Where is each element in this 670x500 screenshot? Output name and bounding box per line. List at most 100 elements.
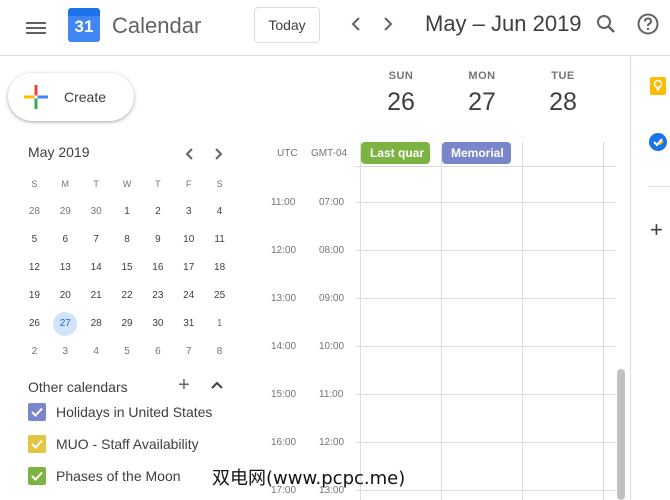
day-header-mon: MON 27	[442, 70, 522, 117]
app-title: Calendar	[112, 13, 202, 38]
mini-day[interactable]: 12	[19, 256, 50, 280]
hamburger-menu-icon[interactable]	[22, 14, 50, 42]
calendar-item-muo-staff[interactable]: MUO - Staff Availability	[28, 434, 228, 454]
mini-day[interactable]: 30	[142, 312, 173, 336]
day-number[interactable]: 28	[523, 88, 603, 117]
checkbox-checked-icon[interactable]	[28, 435, 46, 453]
checkbox-checked-icon[interactable]	[28, 403, 46, 421]
timezone-primary: UTC	[277, 148, 298, 159]
chevron-up-icon[interactable]	[208, 376, 226, 394]
hour-line	[355, 250, 615, 251]
mini-day[interactable]: 14	[81, 256, 112, 280]
hour-line	[355, 346, 615, 347]
search-icon[interactable]	[594, 12, 618, 36]
mini-day[interactable]: 24	[173, 284, 204, 308]
mini-day[interactable]: 7	[81, 228, 112, 252]
mini-day-today[interactable]: 27	[53, 312, 78, 336]
mini-day[interactable]: 16	[142, 256, 173, 280]
calendar-item-moon-phases[interactable]: Phases of the Moon	[28, 466, 228, 486]
time-label-local: 11:00	[319, 389, 344, 400]
mini-day[interactable]: 20	[50, 284, 81, 308]
add-addon-icon[interactable]: +	[650, 219, 663, 241]
top-bar: 31 Calendar Today May – Jun 2019	[0, 0, 670, 56]
mini-day[interactable]: 11	[204, 228, 235, 252]
create-label: Create	[64, 89, 107, 105]
mini-day[interactable]: 28	[81, 312, 112, 336]
calendar-item-label: Phases of the Moon	[56, 468, 181, 484]
calendar-item-label: MUO - Staff Availability	[56, 436, 199, 452]
mini-day[interactable]: 5	[112, 340, 143, 364]
mini-day[interactable]: 17	[173, 256, 204, 280]
weekday-label: T	[155, 179, 161, 189]
mini-day[interactable]: 8	[204, 340, 235, 364]
mini-day[interactable]: 5	[19, 228, 50, 252]
mini-day[interactable]: 2	[142, 200, 173, 224]
mini-week-row: 19 20 21 22 23 24 25	[19, 282, 235, 310]
mini-day[interactable]: 15	[112, 256, 143, 280]
mini-day[interactable]: 10	[173, 228, 204, 252]
day-number[interactable]: 27	[442, 88, 522, 117]
mini-calendar-title: May 2019	[28, 144, 90, 160]
create-button[interactable]: Create	[8, 73, 134, 121]
tasks-check-icon[interactable]	[648, 132, 668, 152]
mini-week-row: 5 6 7 8 9 10 11	[19, 226, 235, 254]
hour-line	[355, 202, 615, 203]
mini-day[interactable]: 6	[50, 228, 81, 252]
mini-prev-month-icon[interactable]	[179, 144, 199, 164]
mini-day[interactable]: 4	[204, 200, 235, 224]
all-day-event-last-quarter[interactable]: Last quar	[361, 142, 430, 164]
chevron-left-icon[interactable]	[344, 12, 368, 36]
time-label-local: 07:00	[319, 197, 345, 208]
keep-bulb-icon[interactable]	[648, 76, 668, 96]
mini-day[interactable]: 25	[204, 284, 235, 308]
mini-week-row: 28 29 30 1 2 3 4	[19, 198, 235, 226]
mini-day[interactable]: 28	[19, 200, 50, 224]
time-label-utc: 11:00	[271, 197, 296, 208]
mini-day[interactable]: 2	[19, 340, 50, 364]
mini-day[interactable]: 3	[173, 200, 204, 224]
mini-weekday-row: S M T W T F S	[19, 170, 235, 198]
mini-day[interactable]: 29	[112, 312, 143, 336]
calendar-item-holidays[interactable]: Holidays in United States	[28, 402, 228, 422]
checkbox-checked-icon[interactable]	[28, 467, 46, 485]
mini-day[interactable]: 7	[173, 340, 204, 364]
time-label-utc: 13:00	[271, 293, 297, 304]
mini-day[interactable]: 13	[50, 256, 81, 280]
vertical-scrollbar[interactable]	[617, 369, 625, 500]
mini-day[interactable]: 6	[142, 340, 173, 364]
mini-day[interactable]: 18	[204, 256, 235, 280]
day-header-tue: TUE 28	[523, 70, 603, 117]
mini-day[interactable]: 29	[50, 200, 81, 224]
day-number[interactable]: 26	[361, 88, 441, 117]
mini-day[interactable]: 3	[50, 340, 81, 364]
mini-day[interactable]: 1	[204, 312, 235, 336]
date-range-title: May – Jun 2019	[425, 11, 582, 36]
time-label-utc: 16:00	[271, 437, 297, 448]
logo-number: 31	[74, 17, 94, 36]
chevron-right-icon[interactable]	[376, 12, 400, 36]
weekday-label: S	[216, 179, 223, 189]
right-rail-divider	[630, 56, 631, 500]
time-label-utc: 14:00	[271, 341, 297, 352]
mini-day[interactable]: 23	[142, 284, 173, 308]
mini-day[interactable]: 4	[81, 340, 112, 364]
help-icon[interactable]	[636, 12, 660, 36]
mini-day[interactable]: 19	[19, 284, 50, 308]
mini-day[interactable]: 30	[81, 200, 112, 224]
mini-day[interactable]: 31	[173, 312, 204, 336]
mini-day[interactable]: 8	[112, 228, 143, 252]
today-button[interactable]: Today	[254, 7, 320, 43]
mini-day[interactable]: 1	[112, 200, 143, 224]
all-day-event-memorial[interactable]: Memorial	[442, 142, 511, 164]
mini-day[interactable]: 26	[19, 312, 50, 336]
hour-line	[355, 394, 615, 395]
mini-day[interactable]: 9	[142, 228, 173, 252]
plus-icon	[24, 85, 48, 109]
time-label-local: 12:00	[319, 437, 345, 448]
weekday-label: F	[185, 179, 192, 189]
mini-next-month-icon[interactable]	[209, 144, 229, 164]
time-label-local: 10:00	[319, 341, 345, 352]
add-calendar-icon[interactable]: +	[175, 375, 193, 395]
mini-day[interactable]: 21	[81, 284, 112, 308]
mini-day[interactable]: 22	[112, 284, 143, 308]
